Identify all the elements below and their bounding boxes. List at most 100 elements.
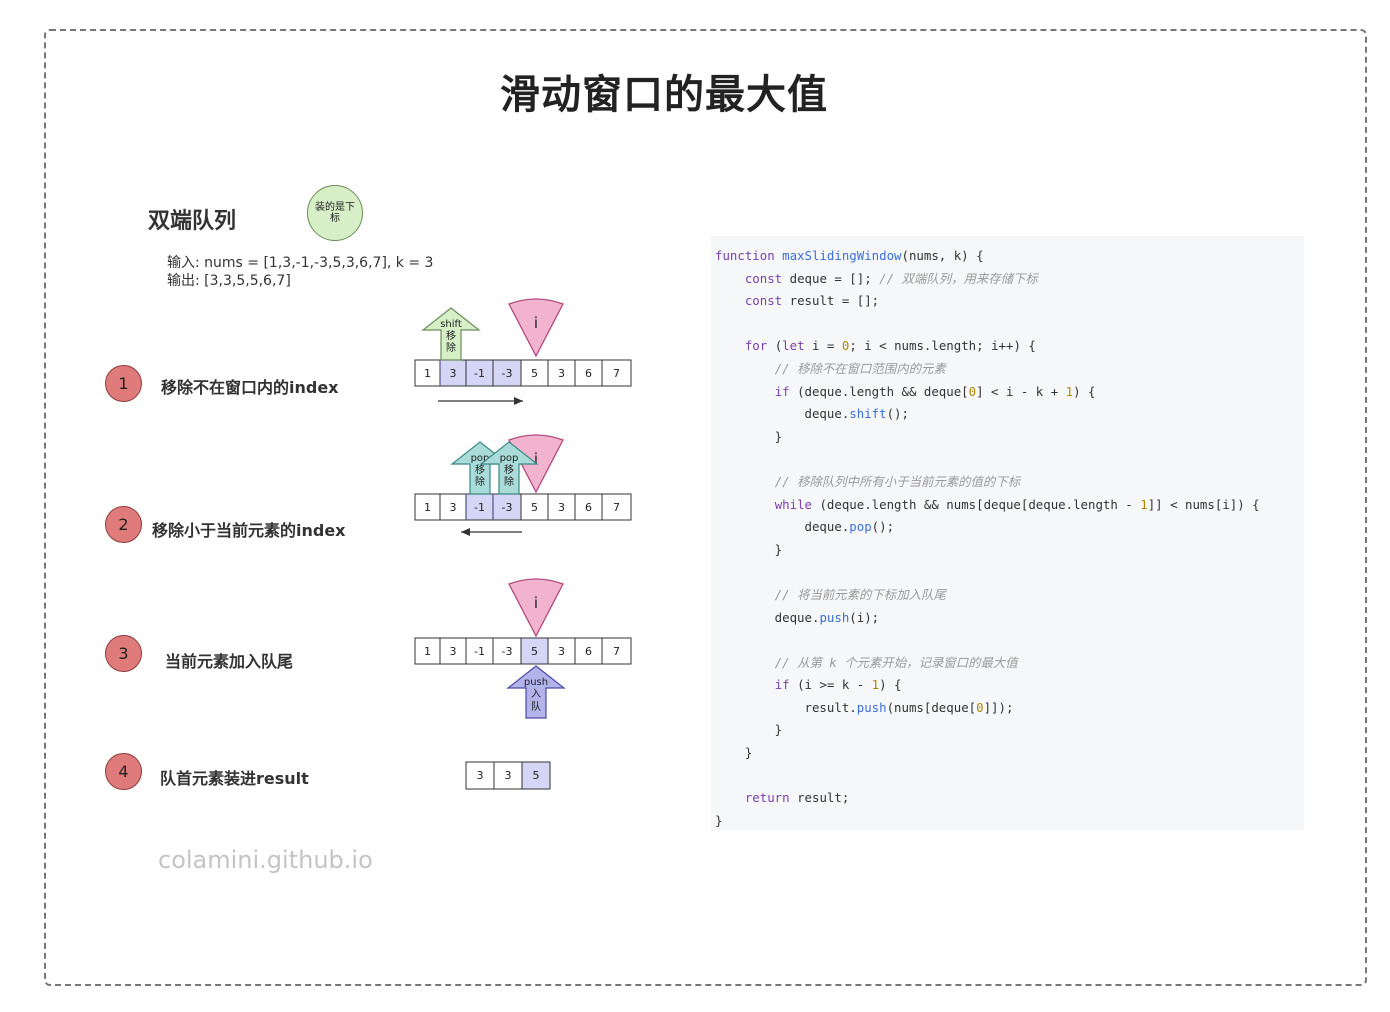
step2-array-cell-value: -3 <box>502 501 513 514</box>
code-token: } <box>715 722 783 738</box>
code-line: } <box>715 426 1304 449</box>
result-cell-value: 3 <box>477 769 484 782</box>
code-token: 0 <box>976 699 984 715</box>
code-token: deque = []; <box>782 270 880 286</box>
step3-pointer-label: i <box>534 594 538 612</box>
code-token: ] < i - k + <box>976 383 1066 399</box>
code-line: function maxSlidingWindow(nums, k) { <box>715 245 1304 268</box>
step2-array-cell-value: -1 <box>474 501 485 514</box>
code-token: ) { <box>879 677 902 693</box>
code-token: return <box>744 790 790 806</box>
step1-array-cell-value: -3 <box>502 367 513 380</box>
code-token: ( <box>767 338 783 354</box>
step2-array-cell-value: 7 <box>613 501 620 514</box>
code-line: // 移除不在窗口范围内的元素 <box>715 358 1304 381</box>
code-token: deque. <box>715 609 820 625</box>
code-line: } <box>715 742 1304 765</box>
code-token: while <box>774 496 812 512</box>
code-line: // 移除队列中所有小于当前元素的值的下标 <box>715 471 1304 494</box>
shift-arrow-label: 移 <box>446 329 456 342</box>
code-line: } <box>715 810 1304 833</box>
step3-array-cell-value: 3 <box>450 645 457 658</box>
step2-direction-arrow-head <box>461 528 470 536</box>
code-token: // 将当前元素的下标加入队尾 <box>774 586 946 602</box>
pop-arrow-2-label: pop <box>500 453 519 464</box>
code-token: (nums[deque[ <box>886 699 977 715</box>
push-arrow-label: 入 <box>531 689 541 700</box>
code-token: 0 <box>968 383 977 399</box>
step2-array-cell-value: 3 <box>558 501 565 514</box>
code-token: shift <box>849 406 887 422</box>
step2-array-cell-value: 1 <box>424 501 431 514</box>
step1-pointer-label: i <box>534 314 538 332</box>
code-line: for (let i = 0; i < nums.length; i++) { <box>715 335 1304 358</box>
code-token: (i >= k - <box>789 677 872 693</box>
code-token: ; i < nums.length; i++) { <box>849 338 1036 354</box>
step3-array-cell-value: 7 <box>613 645 620 658</box>
code-line: } <box>715 719 1304 742</box>
code-line: } <box>715 539 1304 562</box>
code-token: result = []; <box>782 293 880 309</box>
shift-arrow-label: 除 <box>446 341 456 354</box>
code-line: // 从第 k 个元素开始，记录窗口的最大值 <box>715 652 1304 675</box>
code-token: deque. <box>715 406 850 422</box>
code-line: return result; <box>715 787 1304 810</box>
code-line: deque.push(i); <box>715 607 1304 630</box>
step1-array-cell-value: -1 <box>474 367 485 380</box>
code-line: deque.pop(); <box>715 516 1304 539</box>
code-token: } <box>715 428 783 444</box>
step2-array-cell-value: 6 <box>585 501 592 514</box>
code-token: (); <box>871 519 895 535</box>
code-token: const <box>744 270 783 286</box>
code-token: // 从第 k 个元素开始，记录窗口的最大值 <box>774 654 1018 670</box>
step1-array-cell-value: 7 <box>613 367 620 380</box>
code-token: for <box>744 338 768 354</box>
code-token: } <box>715 745 753 761</box>
code-line: result.push(nums[deque[0]]); <box>715 697 1304 720</box>
pop-arrow-1-label: 除 <box>475 475 485 488</box>
step3-array-cell-value: 1 <box>424 645 431 658</box>
code-token: result; <box>789 790 850 806</box>
step1-array-cell-value: 6 <box>585 367 592 380</box>
step3-array-cell-value: 3 <box>558 645 565 658</box>
code-token: // 双端队列，用来存储下标 <box>879 270 1038 286</box>
code-token: 1 <box>1065 383 1074 399</box>
result-cell-value: 5 <box>533 769 540 782</box>
pop-arrow-2-label: 移 <box>504 463 514 476</box>
code-token: if <box>774 677 790 693</box>
watermark: colamini.github.io <box>158 846 373 874</box>
step2-array-cell-value: 5 <box>531 501 538 514</box>
code-token: (nums, k) { <box>901 248 984 263</box>
code-token: ]]); <box>983 699 1014 715</box>
code-token: function <box>715 248 783 263</box>
code-token: (deque.length && nums[deque[deque.length… <box>812 496 1141 512</box>
step1-array-cell-value: 5 <box>531 367 538 380</box>
step1-array-cell-value: 3 <box>450 367 457 380</box>
code-line: if (i >= k - 1) { <box>715 674 1304 697</box>
shift-arrow-label: shift <box>440 319 462 330</box>
code-token: (deque.length && deque[ <box>789 383 969 399</box>
code-token: // 移除队列中所有小于当前元素的值的下标 <box>774 473 1021 489</box>
code-token: if <box>774 383 790 399</box>
code-token: deque. <box>715 519 850 535</box>
step2-array-cell-value: 3 <box>450 501 457 514</box>
step3-array-cell-value: 6 <box>585 645 592 658</box>
code-token: push <box>856 699 887 715</box>
result-cell-value: 3 <box>505 769 512 782</box>
code-block: function maxSlidingWindow(nums, k) { con… <box>711 236 1304 830</box>
code-token: } <box>715 541 783 557</box>
code-line: while (deque.length && nums[deque[deque.… <box>715 494 1304 517</box>
code-token: // 移除不在窗口范围内的元素 <box>774 360 946 376</box>
